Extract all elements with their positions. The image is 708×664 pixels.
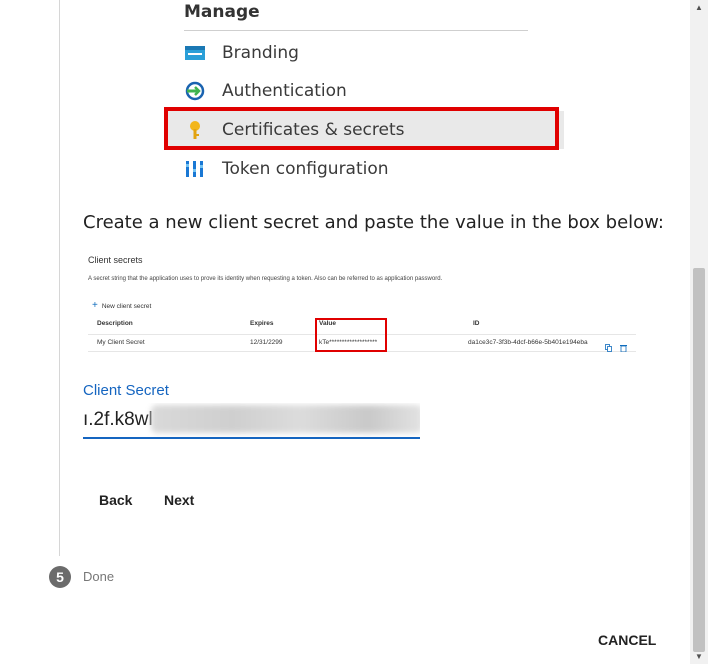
scroll-up-icon[interactable]: ▲ xyxy=(693,3,705,13)
scrollbar-thumb[interactable] xyxy=(693,268,705,652)
menu-item-label: Token configuration xyxy=(222,159,389,179)
manage-divider xyxy=(184,30,528,31)
client-secret-input[interactable]: ı.2f.k8wl xyxy=(83,403,420,439)
cell-expires: 12/31/2299 xyxy=(250,339,283,346)
secrets-description: A secret string that the application use… xyxy=(88,276,443,282)
step-label[interactable]: Done xyxy=(83,569,114,584)
branding-icon xyxy=(184,43,206,63)
authentication-icon xyxy=(184,81,206,101)
redacted-value xyxy=(151,405,420,433)
client-secrets-image: Client secrets A secret string that the … xyxy=(84,250,636,360)
cell-description: My Client Secret xyxy=(97,339,145,346)
cell-id: da1ce3c7-3f3b-4dcf-b66e-5b401e194eba xyxy=(468,339,588,346)
menu-item-label: Authentication xyxy=(222,81,347,101)
highlight-box xyxy=(164,107,559,150)
menu-item-branding: Branding xyxy=(164,34,564,72)
new-client-secret-label: New client secret xyxy=(101,303,152,310)
menu-item-label: Branding xyxy=(222,43,299,63)
column-header: ID xyxy=(473,320,480,327)
next-button[interactable]: Next xyxy=(148,484,210,516)
stepper-line xyxy=(59,0,60,556)
copy-icon xyxy=(605,339,612,352)
step-number-badge: 5 xyxy=(49,566,71,588)
manage-menu-image: Manage Branding Authentication Certifica… xyxy=(164,0,564,190)
client-secret-value: ı.2f.k8wl xyxy=(83,409,153,430)
new-client-secret: + New client secret xyxy=(92,300,151,311)
manage-title: Manage xyxy=(184,2,260,22)
back-button[interactable]: Back xyxy=(83,484,148,516)
delete-icon xyxy=(620,339,627,353)
menu-item-token-configuration: Token configuration xyxy=(164,150,564,188)
cancel-button[interactable]: CANCEL xyxy=(590,624,664,656)
instruction-text: Create a new client secret and paste the… xyxy=(83,212,664,233)
menu-item-authentication: Authentication xyxy=(164,72,564,110)
column-header: Expires xyxy=(250,320,274,327)
column-header: Description xyxy=(97,320,133,327)
plus-icon: + xyxy=(92,300,98,311)
secrets-title: Client secrets xyxy=(88,255,143,265)
scroll-down-icon[interactable]: ▼ xyxy=(693,652,705,662)
token-config-icon xyxy=(184,159,206,179)
value-highlight-box xyxy=(315,318,387,352)
client-secret-label: Client Secret xyxy=(83,382,169,399)
